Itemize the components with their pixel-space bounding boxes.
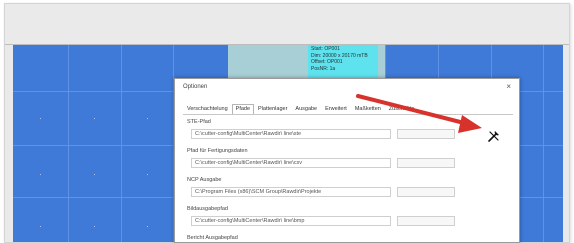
tabs-divider [183,114,513,115]
bildausgabe-path-input[interactable]: C:\cutter-config\MultiCenter\Rawdir\ lin… [191,216,391,226]
ncp-browse-button[interactable] [397,187,455,197]
ste-browse-button[interactable] [397,129,455,139]
grid-marker: · [93,113,96,123]
field-label-ncp: NCP Ausgabe [187,177,222,183]
grid-marker: · [146,113,149,123]
fertigungsdaten-browse-button[interactable] [397,158,455,168]
ncp-path-input[interactable]: C:\Program Files (x86)\SCM Group\Rawdir\… [191,187,391,197]
tab-zuschnitte[interactable]: Zuschnitte [385,104,418,114]
options-dialog: Optionen × Verschachtelung Pfade Platten… [174,78,520,243]
tab-ausgabe[interactable]: Ausgabe [291,104,321,114]
grid-marker: · [146,169,149,179]
field-label-fertigungsdaten: Pfad für Fertigungsdaten [187,148,248,154]
wrench-screwdriver-icon-svg [488,131,499,142]
tab-pfade[interactable]: Pfade [231,104,255,114]
dialog-tabs: Verschachtelung Pfade Plattenlager Ausga… [183,104,418,114]
dialog-title: Optionen [183,84,208,90]
grid-line [121,45,122,242]
tab-erweitert[interactable]: Erweitert [321,104,351,114]
tab-verschachtelung[interactable]: Verschachtelung [183,104,232,114]
close-icon[interactable]: × [506,82,511,91]
grid-marker: · [93,221,96,231]
grid-marker: · [39,113,42,123]
toolbar-area [5,4,569,44]
grid-marker: · [146,221,149,231]
grid-marker: · [39,169,42,179]
tab-plattenlager[interactable]: Plattenlager [254,104,291,114]
field-label-ste: STE-Pfad [187,119,211,125]
ste-path-input[interactable]: C:\cutter-config\MultiCenter\Rawdir\ lin… [191,129,391,139]
bildausgabe-browse-button[interactable] [397,216,455,226]
fertigungsdaten-path-input[interactable]: C:\cutter-config\MultiCenter\Rawdir\ lin… [191,158,391,168]
info-line: PosNR: 1a [311,65,336,72]
grid-line [68,45,69,242]
field-label-bildausgabe: Bildausgabepfad [187,206,228,212]
wrench-screwdriver-icon[interactable] [487,129,503,143]
grid-marker: · [93,169,96,179]
tab-masketten[interactable]: Maßketten [351,104,385,114]
grid-marker: · [39,221,42,231]
grid-line [543,45,544,242]
field-label-bericht: Bericht Ausgabepfad [187,235,238,241]
